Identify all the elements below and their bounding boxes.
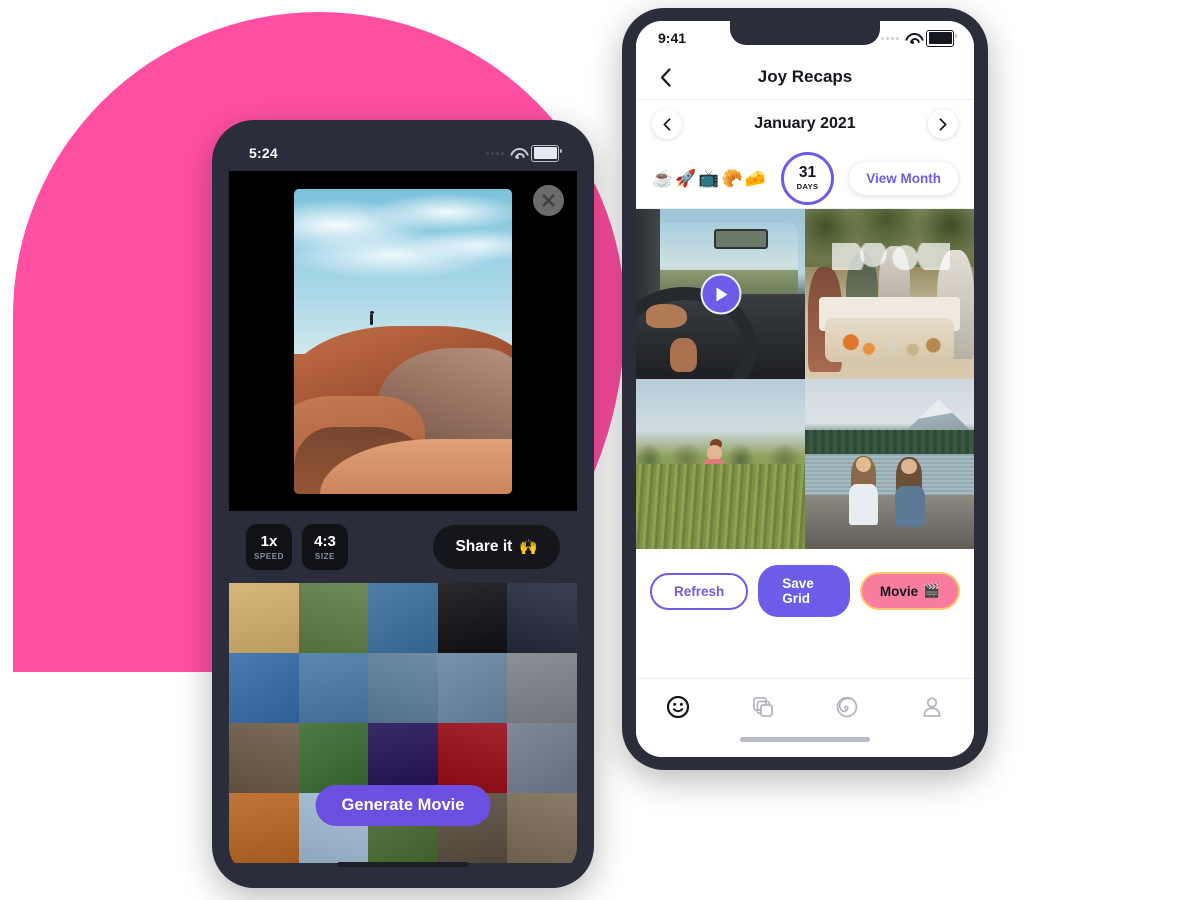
bottom-tab-bar: [636, 678, 974, 735]
thumbnail-tile[interactable]: [298, 583, 369, 653]
size-value: 4:3: [314, 532, 336, 550]
thumbnail-tile[interactable]: [229, 583, 299, 653]
spiral-icon[interactable]: [834, 694, 860, 720]
prev-month-button[interactable]: [652, 109, 682, 139]
right-phone-notch: [730, 21, 880, 45]
save-grid-button[interactable]: Save Grid: [758, 565, 850, 617]
wifi-icon: [510, 148, 525, 159]
month-nav-row: January 2021: [636, 100, 974, 148]
right-nav-bar: Joy Recaps: [636, 55, 974, 100]
thumbnail-tile[interactable]: [229, 723, 299, 793]
smiley-icon[interactable]: [665, 694, 691, 720]
days-count: 31: [798, 163, 817, 181]
friends-toast-picnic-photo[interactable]: [805, 209, 974, 379]
left-preview-area: [229, 171, 577, 511]
speed-selector[interactable]: 1x SPEED: [246, 524, 292, 570]
left-phone-notch: [328, 135, 478, 157]
thumbnail-tile[interactable]: [507, 653, 577, 723]
wifi-icon: [905, 33, 920, 44]
thumbnail-tile[interactable]: [229, 793, 299, 863]
person-icon[interactable]: [919, 694, 945, 720]
thumbnail-tile[interactable]: [368, 583, 438, 653]
two-friends-by-lake-photo[interactable]: [805, 379, 974, 549]
content-spacer: [636, 633, 974, 678]
share-it-label: Share it: [455, 538, 513, 555]
clapperboard-icon: 🎬: [923, 583, 940, 598]
woman-in-field-photo[interactable]: [636, 379, 805, 549]
thumbnail-tile[interactable]: [437, 583, 508, 653]
thumbnail-tile[interactable]: [437, 723, 508, 793]
left-phone-screen: 5:24 1x SPEED 4:3 SIZE Share it 🙌 Genera…: [229, 135, 577, 873]
play-icon[interactable]: [700, 273, 741, 315]
refresh-button[interactable]: Refresh: [650, 572, 749, 610]
speed-label: SPEED: [253, 551, 285, 561]
size-label: SIZE: [314, 551, 336, 561]
screenshot-canvas: 5:24 1x SPEED 4:3 SIZE Share it 🙌 Genera…: [0, 0, 1200, 900]
mood-emoji: 🚀: [675, 168, 697, 188]
size-selector[interactable]: 4:3 SIZE: [302, 524, 348, 570]
thumbnail-tile[interactable]: [298, 723, 369, 793]
mood-emoji-row: ☕ 🚀 📺 🥐 🧀: [652, 170, 766, 187]
thumbnail-tile[interactable]: [368, 653, 438, 723]
left-status-icons: [486, 144, 562, 162]
speed-value: 1x: [260, 532, 278, 550]
next-month-button[interactable]: [928, 109, 958, 139]
home-indicator: [337, 862, 469, 867]
thumbnail-tile[interactable]: [298, 653, 369, 723]
right-status-time: 9:41: [658, 30, 687, 46]
thumbnail-tile[interactable]: [507, 723, 577, 793]
thumbnail-tile[interactable]: [229, 653, 299, 723]
left-status-time: 5:24: [249, 145, 278, 161]
home-indicator: [636, 735, 974, 757]
stats-row: ☕ 🚀 📺 🥐 🧀 31 DAYS View Month: [636, 148, 974, 209]
signal-dots-icon: [881, 36, 899, 40]
media-grid: [636, 209, 974, 549]
mood-emoji: 🥐: [721, 168, 743, 188]
thumbnail-tile[interactable]: [507, 583, 577, 653]
movie-button-label: Movie: [879, 583, 919, 599]
driving-pov-video[interactable]: [636, 209, 805, 379]
chevron-left-icon[interactable]: [654, 66, 676, 88]
thumbnail-tile[interactable]: [368, 723, 438, 793]
stacked-cards-icon[interactable]: [750, 694, 776, 720]
thumbnail-tile[interactable]: [437, 653, 508, 723]
generate-movie-button[interactable]: Generate Movie: [315, 785, 491, 826]
share-it-button[interactable]: Share it 🙌: [433, 525, 560, 569]
page-title: Joy Recaps: [757, 67, 853, 86]
right-phone-screen: 9:41 Joy Recaps January 2021 ☕ 🚀 📺 🥐 🧀 3…: [636, 21, 974, 757]
view-month-button[interactable]: View Month: [849, 161, 958, 195]
right-status-icons: [881, 29, 957, 47]
battery-icon: [926, 29, 957, 47]
left-phone-mockup: 5:24 1x SPEED 4:3 SIZE Share it 🙌 Genera…: [212, 120, 594, 888]
right-phone-mockup: 9:41 Joy Recaps January 2021 ☕ 🚀 📺 🥐 🧀 3…: [622, 8, 988, 770]
mood-emoji: ☕: [652, 168, 674, 188]
days-count-ring: 31 DAYS: [781, 151, 835, 205]
left-controls-bar: 1x SPEED 4:3 SIZE Share it 🙌: [229, 511, 577, 583]
mood-emoji: 🧀: [744, 168, 766, 188]
battery-icon: [531, 144, 562, 162]
desert-canyon-preview-photo[interactable]: [294, 189, 512, 494]
close-icon[interactable]: [533, 185, 564, 216]
action-button-row: Refresh Save Grid Movie 🎬: [636, 549, 974, 633]
month-label: January 2021: [754, 115, 856, 132]
thumbnail-tile[interactable]: [507, 793, 577, 863]
mood-emoji: 📺: [698, 168, 720, 188]
days-label: DAYS: [796, 182, 819, 192]
movie-button[interactable]: Movie 🎬: [859, 572, 960, 610]
left-thumbnail-grid-area[interactable]: Generate Movie: [229, 583, 577, 873]
raising-hands-icon: 🙌: [519, 539, 538, 556]
signal-dots-icon: [486, 151, 504, 155]
